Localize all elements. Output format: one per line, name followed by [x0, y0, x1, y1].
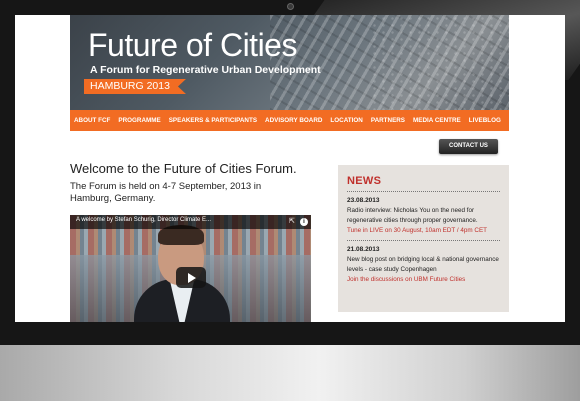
news-link[interactable]: Join the discussions on UBM Future Citie… — [347, 275, 500, 285]
news-heading: NEWS — [347, 175, 382, 187]
event-tag: HAMBURG 2013 — [84, 79, 186, 94]
nav-item-speakers[interactable]: SPEAKERS & PARTICIPANTS — [165, 110, 261, 131]
share-icon[interactable]: ⇱ — [289, 218, 297, 226]
site-banner[interactable]: Future of Cities A Forum for Regenerativ… — [70, 15, 509, 110]
intro-text: The Forum is held on 4-7 September, 2013… — [70, 181, 262, 204]
nav-item-programme[interactable]: PROGRAMME — [114, 110, 164, 131]
news-date: 23.08.2013 — [347, 197, 380, 204]
camera-icon — [287, 3, 294, 10]
nav-item-media-centre[interactable]: MEDIA CENTRE — [409, 110, 465, 131]
news-text: Radio interview: Nicholas You on the nee… — [347, 207, 478, 224]
site-title: Future of Cities — [88, 27, 297, 63]
news-divider — [347, 191, 500, 192]
news-divider — [347, 240, 500, 241]
page-title: Welcome to the Future of Cities Forum. — [70, 161, 297, 176]
news-item: 21.08.2013 New blog post on bridging loc… — [347, 246, 500, 285]
nav-item-advisory-board[interactable]: ADVISORY BOARD — [261, 110, 326, 131]
device-frame: Future of Cities A Forum for Regenerativ… — [0, 0, 580, 345]
info-icon[interactable]: i — [300, 218, 308, 226]
news-date: 21.08.2013 — [347, 246, 380, 253]
news-item: 23.08.2013 Radio interview: Nicholas You… — [347, 197, 500, 236]
news-panel: NEWS 23.08.2013 Radio interview: Nichola… — [338, 165, 509, 312]
video-title[interactable]: A welcome by Stefan Schurig, Director Cl… — [76, 217, 211, 223]
site-subtitle: A Forum for Regenerative Urban Developme… — [90, 64, 321, 76]
video-player[interactable]: A welcome by Stefan Schurig, Director Cl… — [70, 215, 311, 322]
nav-item-liveblog[interactable]: LIVEBLOG — [465, 110, 505, 131]
nav-item-partners[interactable]: PARTNERS — [367, 110, 409, 131]
surface-reflection — [0, 345, 580, 401]
contact-us-button[interactable]: CONTACT US — [439, 139, 498, 154]
main-nav: ABOUT FCF PROGRAMME SPEAKERS & PARTICIPA… — [70, 110, 509, 131]
nav-item-location[interactable]: LOCATION — [326, 110, 366, 131]
news-link[interactable]: Tune in LIVE on 30 August, 10am EDT / 4p… — [347, 226, 500, 236]
nav-item-about[interactable]: ABOUT FCF — [70, 110, 114, 131]
browser-screen: Future of Cities A Forum for Regenerativ… — [15, 15, 565, 322]
banner-dots — [370, 15, 509, 110]
news-text: New blog post on bridging local & nation… — [347, 256, 499, 273]
play-icon[interactable] — [176, 267, 206, 288]
